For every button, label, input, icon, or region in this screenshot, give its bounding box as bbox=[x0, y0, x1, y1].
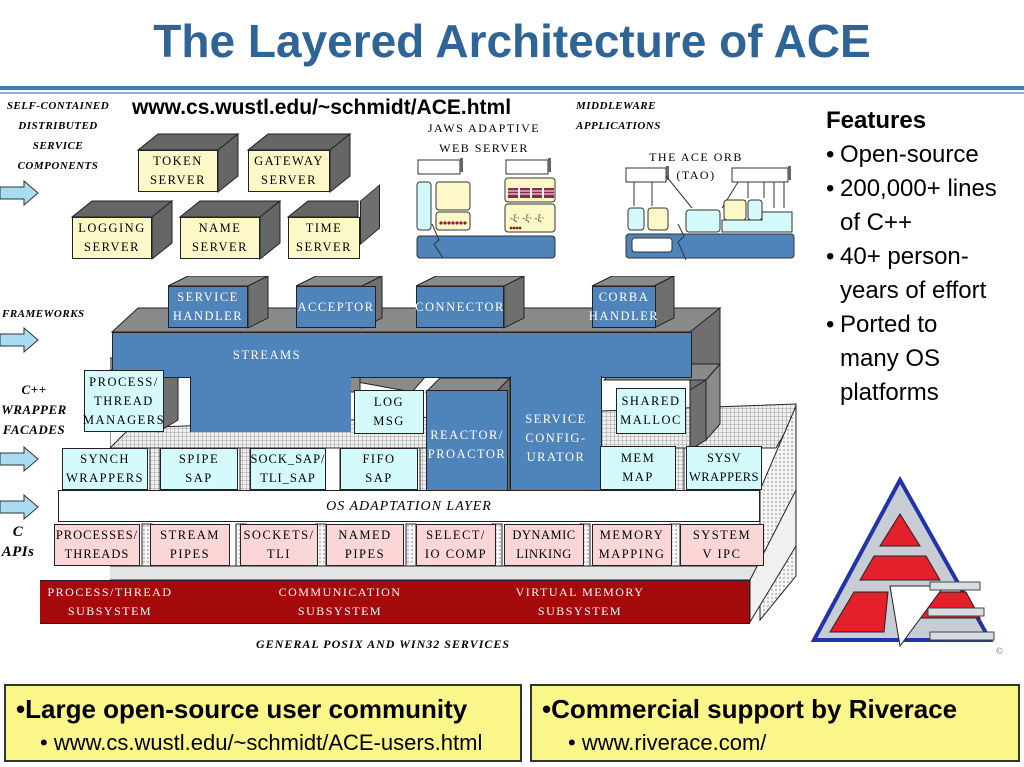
wrapper-sock-sap: SOCK_SAP/ TLI_SAP bbox=[250, 448, 326, 490]
label-line: JAWS ADAPTIVE bbox=[427, 121, 541, 135]
commercial-link[interactable]: • www.riverace.com/ bbox=[568, 730, 766, 756]
api-memory-mapping: MEMORY MAPPING bbox=[592, 524, 672, 566]
jaws-label: JAWS ADAPTIVE WEB SERVER bbox=[418, 118, 550, 158]
label-line: C++ bbox=[21, 382, 47, 397]
bullet-icon: • bbox=[826, 243, 835, 270]
wrapper-mem-map: MEM MAP bbox=[600, 446, 676, 490]
wrapper-log-msg: LOG MSG bbox=[354, 390, 424, 434]
label-line: FACADES bbox=[2, 422, 66, 437]
commercial-headline-text: Commercial support by Riverace bbox=[551, 694, 958, 724]
bullet-icon: • bbox=[826, 311, 835, 338]
community-headline: •Large open-source user community bbox=[16, 694, 468, 724]
wrapper-spipe-sap: SPIPE SAP bbox=[160, 448, 238, 490]
label-wrappers: C++ WRAPPER FACADES bbox=[0, 380, 68, 440]
wrapper-process-thread-managers: PROCESS/ THREAD MANAGERS bbox=[83, 370, 164, 432]
component-token-server: TOKEN SERVER bbox=[138, 150, 218, 192]
api-sockets-tli: SOCKETS/ TLI bbox=[240, 524, 318, 566]
community-box: •Large open-source user community • www.… bbox=[4, 684, 522, 762]
wrapper-synch: SYNCH WRAPPERS bbox=[62, 448, 148, 490]
framework-reactor-proactor: REACTOR/ PROACTOR bbox=[426, 390, 508, 500]
feature-item: • Ported to many OS platforms bbox=[826, 308, 1024, 410]
ace-logo-icon: © bbox=[810, 475, 1003, 656]
feature-text: 40+ person-years of effort bbox=[840, 243, 987, 304]
label-line: APPLICATIONS bbox=[576, 120, 661, 132]
features-heading: Features bbox=[826, 107, 927, 134]
community-headline-text: Large open-source user community bbox=[25, 694, 468, 724]
slide-title: The Layered Architecture of ACE bbox=[153, 15, 871, 67]
tao-diagram bbox=[625, 166, 795, 261]
wrapper-shared-malloc: SHARED MALLOC bbox=[616, 388, 686, 434]
title-divider-thin bbox=[0, 92, 1024, 94]
component-logging-server: LOGGING SERVER bbox=[72, 217, 152, 259]
feature-item: • 40+ person-years of effort bbox=[826, 240, 1024, 308]
component-name-server: NAME SERVER bbox=[180, 217, 260, 259]
api-stream-pipes: STREAM PIPES bbox=[150, 524, 230, 566]
api-select-io-comp: SELECT/ IO COMP bbox=[416, 524, 496, 566]
title-divider bbox=[0, 86, 1024, 90]
arrow-right-icon bbox=[0, 446, 39, 472]
label-middleware: MIDDLEWARE APPLICATIONS bbox=[576, 96, 676, 136]
api-system-v-ipc: SYSTEM V IPC bbox=[680, 524, 764, 566]
community-link-text[interactable]: www.cs.wustl.edu/~schmidt/ACE-users.html bbox=[54, 730, 483, 755]
commercial-box: •Commercial support by Riverace • www.ri… bbox=[530, 684, 1020, 762]
subsystem-virtual-memory: VIRTUAL MEMORY SUBSYSTEM bbox=[500, 582, 660, 622]
community-link[interactable]: • www.cs.wustl.edu/~schmidt/ACE-users.ht… bbox=[40, 730, 482, 756]
label-line: SELF-CONTAINED bbox=[6, 100, 110, 112]
wrapper-sysv: SYSV WRAPPERS bbox=[686, 446, 762, 490]
component-time-server: TIME SERVER bbox=[288, 217, 360, 259]
os-adaptation-layer: OS ADAPTATION LAYER bbox=[58, 490, 760, 522]
framework-service-configurator: SERVICE CONFIG- URATOR bbox=[510, 376, 602, 502]
wrapper-fifo-sap: FIFO SAP bbox=[340, 448, 418, 490]
api-named-pipes: NAMED PIPES bbox=[326, 524, 404, 566]
arrow-right-icon bbox=[0, 180, 39, 206]
label-line: WEB SERVER bbox=[439, 141, 529, 155]
feature-text: Open-source bbox=[840, 141, 979, 168]
bullet-icon: • bbox=[826, 175, 835, 202]
streams-lower bbox=[190, 376, 351, 432]
subsystem-communication: COMMUNICATION SUBSYSTEM bbox=[270, 582, 410, 622]
framework-streams: STREAMS bbox=[112, 332, 692, 378]
feature-item: • Open-source bbox=[826, 138, 1024, 172]
jaws-diagram: -ξ· -ξ· -ξ· bbox=[416, 158, 556, 259]
framework-acceptor: ACCEPTOR bbox=[296, 286, 376, 328]
ace-url[interactable]: www.cs.wustl.edu/~schmidt/ACE.html bbox=[132, 96, 511, 120]
feature-item: • 200,000+ lines of C++ bbox=[826, 172, 1024, 240]
api-dynamic-linking: DYNAMIC LINKING bbox=[504, 524, 584, 566]
label-line: C bbox=[12, 524, 24, 540]
arrow-right-icon bbox=[0, 494, 39, 520]
label-line: MIDDLEWARE bbox=[576, 100, 656, 112]
commercial-link-text[interactable]: www.riverace.com/ bbox=[582, 730, 767, 755]
copyright: © bbox=[996, 646, 1003, 656]
feature-text: Ported to many OS platforms bbox=[840, 311, 941, 406]
bullet-icon: • bbox=[826, 141, 835, 168]
framework-corba-handler: CORBA HANDLER bbox=[589, 286, 658, 328]
component-gateway-server: GATEWAY SERVER bbox=[248, 150, 330, 192]
arrow-right-icon bbox=[0, 327, 39, 353]
label-line: WRAPPER bbox=[1, 402, 67, 417]
feature-text: 200,000+ lines of C++ bbox=[840, 175, 997, 236]
label-c-apis: C APIs bbox=[0, 522, 36, 562]
time-server-side bbox=[360, 184, 380, 245]
framework-connector: CONNECTOR bbox=[415, 286, 504, 328]
api-processes-threads: PROCESSES/ THREADS bbox=[54, 524, 140, 566]
subsystem-process-thread: PROCESS/THREAD SUBSYSTEM bbox=[40, 582, 180, 622]
framework-service-handler: SERVICE HANDLER bbox=[168, 286, 248, 328]
label-line: APIs bbox=[1, 544, 35, 560]
commercial-headline: •Commercial support by Riverace bbox=[542, 694, 958, 724]
label-general-services: GENERAL POSIX AND WIN32 SERVICES bbox=[256, 637, 511, 651]
svg-text:-ξ· -ξ· -ξ·: -ξ· -ξ· -ξ· bbox=[510, 213, 545, 223]
features-panel: Features • Open-source • 200,000+ lines of… bbox=[826, 104, 1024, 410]
label-frameworks: FRAMEWORKS bbox=[2, 308, 85, 320]
